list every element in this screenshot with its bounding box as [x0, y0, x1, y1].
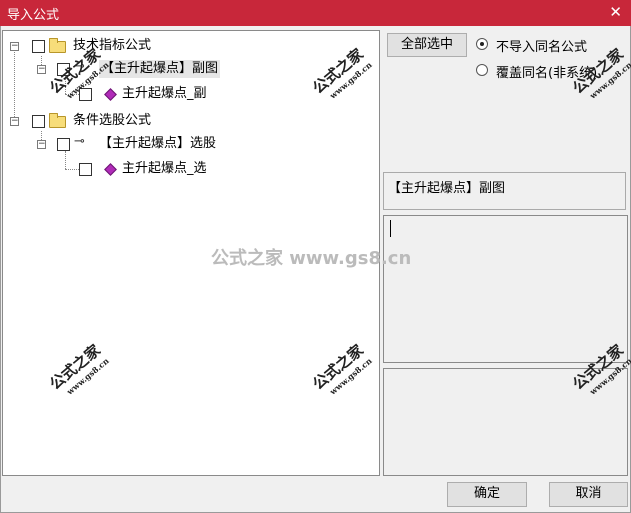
- key-icon: ⊸: [74, 59, 85, 74]
- tree-group-tech[interactable]: − 技术指标公式: [3, 36, 263, 56]
- collapse-icon[interactable]: −: [37, 65, 46, 74]
- item-label: 【主升起爆点】选股: [99, 136, 217, 151]
- leaf-checkbox[interactable]: [79, 163, 92, 176]
- close-icon[interactable]: ✕: [609, 3, 622, 21]
- tree-group-select[interactable]: − 条件选股公式: [3, 111, 263, 131]
- formula-info-box: [383, 368, 628, 476]
- collapse-icon[interactable]: −: [10, 117, 19, 126]
- cancel-button[interactable]: 取消: [549, 482, 628, 507]
- item-checkbox[interactable]: [57, 138, 70, 151]
- tree-leaf-tech[interactable]: 主升起爆点_副: [3, 84, 263, 104]
- leaf-checkbox[interactable]: [79, 88, 92, 101]
- radio-overwrite[interactable]: [476, 64, 488, 76]
- group-label: 条件选股公式: [73, 113, 152, 128]
- indicator-icon: [104, 163, 117, 176]
- tree-item-tech-formula[interactable]: − ⊸ 【主升起爆点】副图: [3, 59, 263, 79]
- ok-button[interactable]: 确定: [447, 482, 527, 507]
- group-label: 技术指标公式: [73, 38, 152, 53]
- group-checkbox[interactable]: [32, 40, 45, 53]
- title-bar: 导入公式 ✕: [0, 0, 631, 26]
- leaf-label: 主升起爆点_选: [122, 161, 207, 176]
- center-watermark: 公式之家 www.gs8.cn: [211, 248, 412, 269]
- group-checkbox[interactable]: [32, 115, 45, 128]
- key-icon: ⊸: [74, 134, 85, 149]
- formula-description-box[interactable]: [383, 215, 628, 363]
- leaf-label: 主升起爆点_副: [122, 86, 207, 101]
- collapse-icon[interactable]: −: [37, 140, 46, 149]
- window-title: 导入公式: [7, 8, 60, 23]
- formula-name-box: 【主升起爆点】副图: [383, 172, 626, 210]
- formula-name: 【主升起爆点】副图: [388, 181, 506, 196]
- tree-item-select-formula[interactable]: − ⊸ 【主升起爆点】选股: [3, 134, 263, 154]
- radio-overwrite-label: 覆盖同名(非系统): [496, 66, 598, 81]
- folder-icon: [49, 113, 66, 128]
- radio-skip-duplicates[interactable]: [476, 38, 488, 50]
- collapse-icon[interactable]: −: [10, 42, 19, 51]
- indicator-icon: [104, 88, 117, 101]
- tree-leaf-select[interactable]: 主升起爆点_选: [3, 159, 263, 179]
- item-checkbox[interactable]: [57, 63, 70, 76]
- text-caret: [390, 220, 391, 237]
- radio-skip-label: 不导入同名公式: [496, 40, 588, 55]
- item-label: 【主升起爆点】副图: [99, 60, 221, 78]
- select-all-button[interactable]: 全部选中: [387, 33, 467, 57]
- folder-icon: [49, 38, 66, 53]
